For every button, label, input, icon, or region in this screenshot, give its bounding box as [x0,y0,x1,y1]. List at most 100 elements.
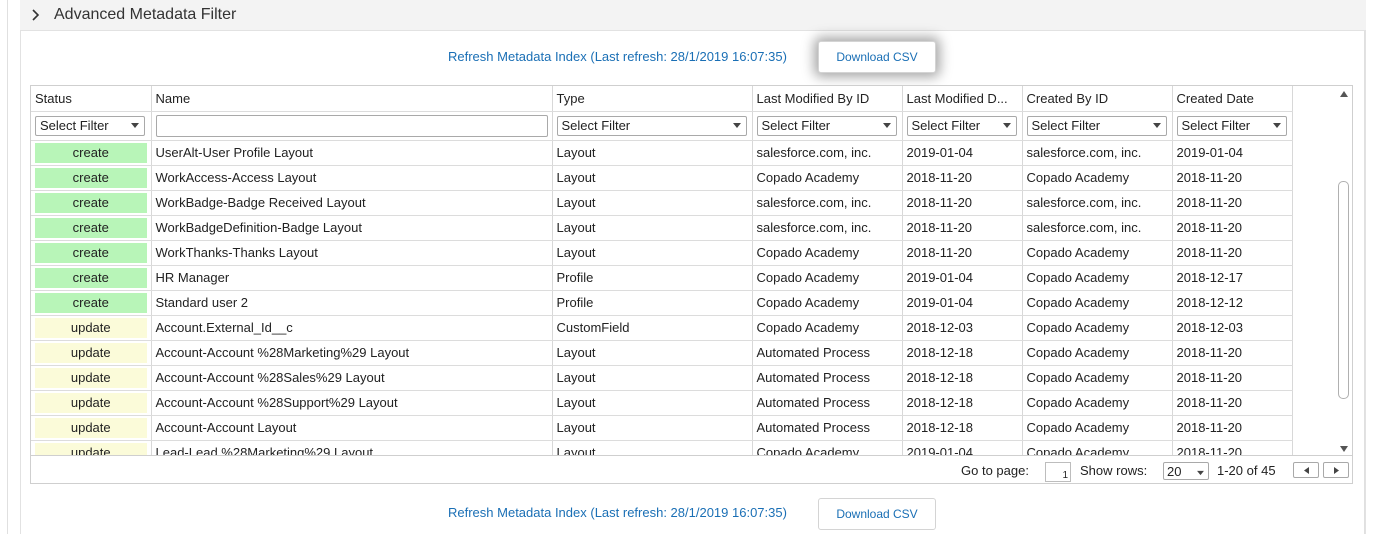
cell-created-date: 2018-11-20 [1172,365,1293,391]
next-page-button[interactable] [1323,462,1349,478]
section-title: Advanced Metadata Filter [54,6,237,23]
column-header-last-modified-by[interactable]: Last Modified By ID [752,86,903,112]
status-filter-select[interactable]: Select Filter [35,115,145,136]
column-header-name[interactable]: Name [151,86,553,112]
status-badge: create [35,292,147,313]
cell-created-by: Copado Academy [1022,265,1173,291]
cell-status: create [31,290,152,316]
cell-created-by: salesforce.com, inc. [1022,190,1173,216]
cell-created-by: Copado Academy [1022,340,1173,366]
cell-type: Layout [552,390,753,416]
status-badge: update [35,342,147,363]
cell-last-modified-date: 2018-12-03 [902,315,1023,341]
table-row[interactable]: create WorkBadgeDefinition-Badge Layout La… [31,215,1293,241]
metadata-table: Status Name Type Last Modified By ID Las… [31,86,1293,466]
cell-type: CustomField [552,315,753,341]
cell-type: Layout [552,340,753,366]
caret-down-icon [1002,122,1012,130]
caret-down-icon [1196,464,1205,479]
cell-status: update [31,340,152,366]
status-badge: create [35,242,147,263]
cell-created-by: Copado Academy [1022,165,1173,191]
table-row[interactable]: create Standard user 2 Profile Copado Acade… [31,290,1293,316]
modified-date-filter-select[interactable]: Select Filter [906,115,1017,136]
table-row[interactable]: create WorkThanks-Thanks Layout Layout Copa… [31,240,1293,266]
download-csv-button-bottom[interactable]: Download CSV [818,498,936,530]
cell-name: WorkBadgeDefinition-Badge Layout [151,215,553,241]
created-date-filter-select[interactable]: Select Filter [1176,115,1287,136]
caret-down-icon [1152,122,1162,130]
metadata-grid: Status Name Type Last Modified By ID Las… [30,85,1353,484]
rows-per-page-select[interactable]: 20 [1163,462,1209,480]
goto-page-label: Go to page: [961,463,1029,478]
cell-last-modified-date: 2018-12-18 [902,390,1023,416]
scrollbar-thumb[interactable] [1338,181,1349,399]
cell-name: WorkAccess-Access Layout [151,165,553,191]
cell-type: Layout [552,165,753,191]
type-filter-select[interactable]: Select Filter [556,115,747,136]
pagination-bar: Go to page: 1 Show rows: 20 1-20 of 45 [31,455,1352,483]
table-row[interactable]: create UserAlt-User Profile Layout Layout s… [31,140,1293,166]
cell-status: create [31,240,152,266]
prev-page-button[interactable] [1293,462,1319,478]
column-header-created-date[interactable]: Created Date [1172,86,1293,112]
triangle-up-icon[interactable] [1339,89,1349,99]
created-by-filter-select[interactable]: Select Filter [1026,115,1167,136]
refresh-metadata-link-bottom[interactable]: Refresh Metadata Index (Last refresh: 28… [448,505,787,520]
modified-by-filter-select[interactable]: Select Filter [756,115,897,136]
column-header-last-modified-date[interactable]: Last Modified D... [902,86,1023,112]
cell-created-by: Copado Academy [1022,290,1173,316]
cell-type: Layout [552,365,753,391]
table-row[interactable]: update Account-Account Layout Layout Automa… [31,415,1293,441]
cell-created-date: 2018-11-20 [1172,340,1293,366]
cell-name: Account-Account %28Marketing%29 Layout [151,340,553,366]
cell-created-date: 2018-11-20 [1172,390,1293,416]
cell-type: Layout [552,240,753,266]
cell-created-by: salesforce.com, inc. [1022,140,1173,166]
column-header-status[interactable]: Status [31,86,152,112]
table-row[interactable]: create WorkAccess-Access Layout Layout Copa… [31,165,1293,191]
cell-status: create [31,215,152,241]
table-row[interactable]: update Account.External_Id__c CustomField C… [31,315,1293,341]
cell-created-date: 2018-12-12 [1172,290,1293,316]
table-row[interactable]: update Account-Account %28Support%29 Layo… [31,390,1293,416]
column-header-created-by[interactable]: Created By ID [1022,86,1173,112]
cell-status: create [31,165,152,191]
cell-last-modified-date: 2019-01-04 [902,140,1023,166]
cell-status: update [31,315,152,341]
table-body: create UserAlt-User Profile Layout Layout s… [31,140,1293,466]
cell-last-modified-by: Automated Process [752,340,903,366]
cell-status: create [31,265,152,291]
goto-page-input[interactable]: 1 [1045,462,1071,482]
cell-created-by: salesforce.com, inc. [1022,215,1173,241]
cell-last-modified-by: Copado Academy [752,240,903,266]
download-csv-button-top[interactable]: Download CSV [818,41,936,73]
chevron-right-icon[interactable] [28,7,44,23]
vertical-scrollbar[interactable] [1336,86,1352,457]
cell-name: Standard user 2 [151,290,553,316]
page-range: 1-20 of 45 [1217,463,1276,478]
refresh-metadata-link-top[interactable]: Refresh Metadata Index (Last refresh: 28… [448,49,787,64]
cell-last-modified-date: 2018-12-18 [902,365,1023,391]
cell-last-modified-date: 2018-12-18 [902,415,1023,441]
cell-last-modified-by: Copado Academy [752,315,903,341]
status-badge: create [35,192,147,213]
name-filter-input[interactable] [155,114,548,137]
cell-type: Layout [552,140,753,166]
table-row[interactable]: update Account-Account %28Sales%29 Layout… [31,365,1293,391]
status-badge: create [35,167,147,188]
cell-last-modified-date: 2018-11-20 [902,190,1023,216]
table-row[interactable]: create HR Manager Profile Copado Academy 201… [31,265,1293,291]
table-row[interactable]: create WorkBadge-Badge Received Layout Lay… [31,190,1293,216]
triangle-down-icon[interactable] [1339,444,1349,454]
column-header-type[interactable]: Type [552,86,753,112]
cell-type: Layout [552,190,753,216]
cell-name: WorkThanks-Thanks Layout [151,240,553,266]
cell-type: Layout [552,415,753,441]
cell-created-by: Copado Academy [1022,240,1173,266]
table-row[interactable]: update Account-Account %28Marketing%29 La… [31,340,1293,366]
status-badge: create [35,217,147,238]
status-badge: create [35,142,147,163]
cell-last-modified-by: Automated Process [752,390,903,416]
advanced-filter-header[interactable]: Advanced Metadata Filter [20,0,1366,30]
